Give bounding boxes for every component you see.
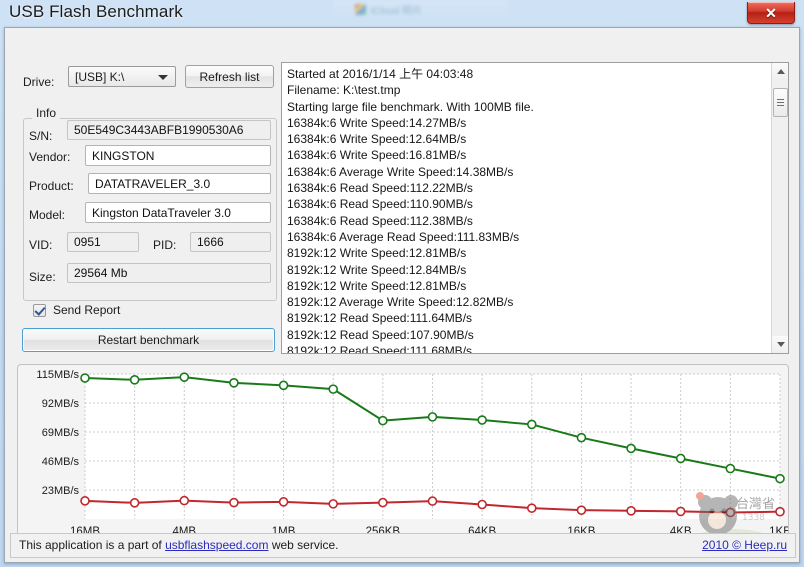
- background-window-stub: iCloud 照片: [333, 0, 508, 18]
- svg-text:115MB/s: 115MB/s: [36, 369, 79, 381]
- model-field[interactable]: Kingston DataTraveler 3.0: [85, 202, 271, 223]
- size-label: Size:: [29, 270, 56, 284]
- product-field[interactable]: DATATRAVELER_3.0: [88, 173, 271, 194]
- usbflashspeed-link[interactable]: usbflashspeed.com: [165, 538, 268, 552]
- model-label: Model:: [29, 208, 66, 222]
- drive-label: Drive:: [23, 75, 55, 89]
- speed-chart-panel: 115MB/s92MB/s69MB/s46MB/s23MB/s16MB8MB4M…: [17, 364, 789, 554]
- restart-benchmark-button[interactable]: Restart benchmark: [22, 328, 275, 352]
- close-button[interactable]: ✕: [747, 2, 795, 24]
- benchmark-log-box[interactable]: Started at 2016/1/14 上午 04:03:48 Filenam…: [281, 62, 789, 354]
- refresh-list-button[interactable]: Refresh list: [185, 65, 274, 88]
- vendor-label: Vendor:: [29, 150, 71, 164]
- svg-text:23MB/s: 23MB/s: [42, 485, 80, 497]
- info-groupbox-legend: Info: [32, 106, 61, 120]
- footer-text-after: web service.: [268, 538, 339, 552]
- title-bar: USB Flash Benchmark iCloud 照片 ✕: [0, 0, 804, 30]
- svg-text:46MB/s: 46MB/s: [42, 456, 80, 468]
- copyright-link[interactable]: 2010 © Heep.ru: [702, 538, 787, 552]
- benchmark-log-text: Started at 2016/1/14 上午 04:03:48 Filenam…: [287, 67, 534, 354]
- vid-label: VID:: [29, 238, 53, 252]
- scroll-down-icon[interactable]: [772, 336, 788, 353]
- serial-number-field[interactable]: 50E549C3443ABFB1990530A6: [67, 120, 271, 140]
- svg-text:69MB/s: 69MB/s: [42, 427, 80, 439]
- scroll-up-icon[interactable]: [772, 63, 788, 80]
- chevron-down-icon: [158, 75, 168, 80]
- svg-text:92MB/s: 92MB/s: [42, 398, 80, 410]
- scrollbar-thumb[interactable]: [773, 88, 788, 117]
- footer-text: This application is a part of usbflashsp…: [19, 538, 339, 552]
- footer-bar: This application is a part of usbflashsp…: [10, 533, 796, 558]
- footer-text-before: This application is a part of: [19, 538, 166, 552]
- drive-select-value: [USB] K:\: [75, 70, 125, 84]
- application-window: USB Flash Benchmark iCloud 照片 ✕ Drive: […: [0, 0, 804, 567]
- send-report-label: Send Report: [53, 303, 121, 317]
- footer-copyright: 2010 © Heep.ru: [702, 538, 787, 552]
- serial-number-label: S/N:: [29, 129, 53, 143]
- vid-field[interactable]: 0951: [67, 232, 139, 252]
- background-app-icon: [355, 3, 366, 15]
- close-icon: ✕: [765, 4, 777, 21]
- speed-chart: 115MB/s92MB/s69MB/s46MB/s23MB/s16MB8MB4M…: [36, 369, 788, 551]
- size-field[interactable]: 29564 Mb: [67, 263, 271, 283]
- send-report-checkbox[interactable]: [33, 303, 46, 317]
- grip-icon: [777, 99, 784, 106]
- pid-field[interactable]: 1666: [190, 232, 271, 252]
- product-label: Product:: [29, 179, 74, 193]
- window-title: USB Flash Benchmark: [9, 2, 183, 21]
- drive-select[interactable]: [USB] K:\: [68, 66, 176, 87]
- background-window-title: iCloud 照片: [371, 5, 423, 17]
- client-area: Drive: [USB] K:\ Refresh list Info S/N: …: [4, 27, 800, 563]
- vendor-field[interactable]: KINGSTON: [85, 145, 271, 166]
- pid-label: PID:: [153, 238, 177, 252]
- send-report-checkbox-row[interactable]: Send Report: [33, 303, 120, 317]
- log-scrollbar[interactable]: [771, 63, 788, 353]
